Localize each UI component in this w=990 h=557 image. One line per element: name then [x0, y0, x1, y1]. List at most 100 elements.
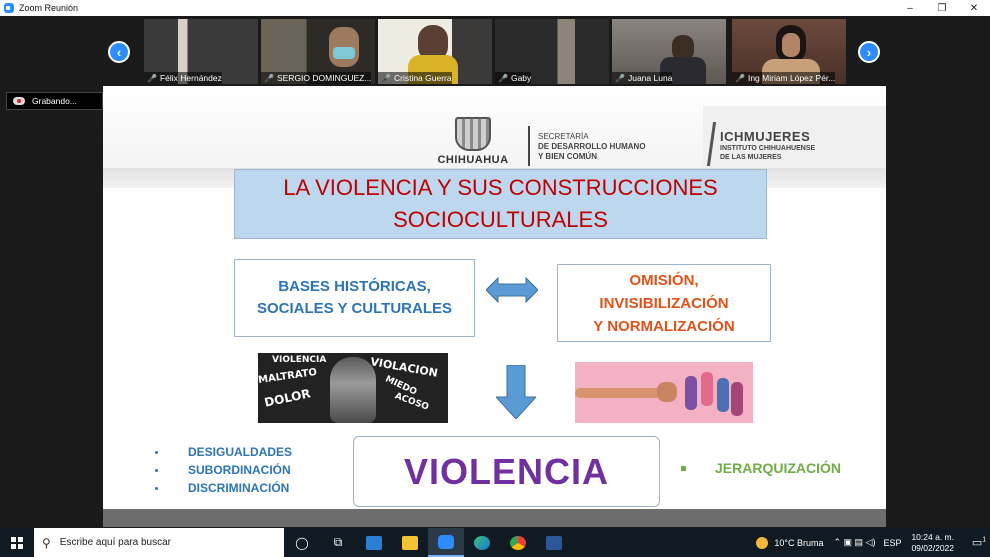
list-item: DESIGUALDADES: [155, 443, 292, 461]
muted-mic-icon: 🎤: [498, 73, 508, 83]
participant-name: Juana Luna: [627, 73, 673, 83]
participant-tile[interactable]: 🎤 Félix Hernández: [144, 19, 258, 84]
participant-name-bar: 🎤 Juana Luna: [612, 72, 673, 84]
chrome-icon[interactable]: [500, 528, 536, 557]
omision-line-2: INVISIBILIZACIÓN: [599, 294, 729, 312]
ichmujeres-line-1: INSTITUTO CHIHUAHUENSE: [720, 145, 816, 152]
weather-icon[interactable]: [756, 536, 769, 549]
bullet-text: DESIGUALDADES: [188, 445, 293, 459]
notification-center-icon[interactable]: ▭1: [968, 536, 990, 549]
restore-button[interactable]: ❐: [926, 0, 958, 16]
bullet-text: DISCRIMINACIÓN: [188, 481, 290, 495]
task-view-icon[interactable]: ⧉: [320, 528, 356, 557]
violencia-label: VIOLENCIA: [403, 450, 609, 492]
list-item: SUBORDINACIÓN: [155, 461, 292, 479]
bases-line-1: BASES HISTÓRICAS,: [278, 278, 431, 295]
participant-name: Ing Miriam López Pér...: [747, 73, 836, 83]
right-bullet: JERARQUIZACIÓN: [681, 460, 841, 476]
recording-label: Grabando...: [32, 96, 77, 106]
gallery-prev-button[interactable]: ‹: [108, 41, 130, 63]
fist-graphic: [657, 382, 677, 402]
left-bullet-list: DESIGUALDADES SUBORDINACIÓN DISCRIMINACI…: [155, 443, 292, 497]
shared-slide: CHIHUAHUA SECRETARÍA DE DESARROLLO HUMAN…: [103, 86, 886, 527]
recording-indicator[interactable]: Grabando...: [6, 92, 103, 110]
weather-text[interactable]: 10°C Bruma: [774, 538, 823, 548]
ichmujeres-name: ICHMUJERES: [720, 129, 811, 144]
windows-taskbar: ⚲ Escribe aquí para buscar ◯ ⧉ 10°C Brum…: [0, 528, 990, 557]
bullet-text: SUBORDINACIÓN: [188, 463, 291, 477]
participant-name-bar: 🎤 Gaby: [495, 72, 532, 84]
participant-name: Félix Hernández: [159, 73, 222, 83]
omision-line-3: Y NORMALIZACIÓN: [593, 317, 735, 335]
participant-name-bar: 🎤 Ing Miriam López Pér...: [732, 72, 836, 84]
image-word: VIOLACION: [369, 355, 439, 380]
zoom-app-icon: [4, 3, 14, 13]
taskbar-search-box[interactable]: ⚲ Escribe aquí para buscar: [34, 528, 284, 557]
recording-cloud-icon: [13, 97, 25, 105]
participant-name: SERGIO DOMINGUEZ...: [276, 73, 372, 83]
language-indicator[interactable]: ESP: [883, 538, 901, 548]
violencia-box: VIOLENCIA: [353, 436, 660, 507]
image-word: VIOLENCIA: [272, 355, 327, 365]
secretaria-line-1: SECRETARÍA: [538, 132, 589, 141]
minimize-button[interactable]: –: [894, 0, 926, 16]
logo-divider: [528, 126, 530, 166]
participant-name-bar: 🎤 Cristina Guerra: [378, 72, 452, 84]
search-icon: ⚲: [42, 535, 51, 550]
down-arrow-icon: [496, 365, 536, 419]
start-button[interactable]: [0, 528, 34, 557]
zoom-taskbar-icon[interactable]: [428, 528, 464, 557]
tray-icons[interactable]: ⌃ ▣ ▤ ◁): [833, 537, 875, 548]
secretaria-line-2: DE DESARROLLO HUMANO: [538, 142, 646, 151]
secretaria-logo-text: SECRETARÍA DE DESARROLLO HUMANO Y BIEN C…: [538, 132, 646, 162]
image-word: MALTRATO: [258, 366, 318, 387]
ichmujeres-line-2: DE LAS MUJERES: [720, 154, 782, 161]
hands-illustration: [575, 362, 753, 423]
participant-name: Cristina Guerra: [393, 73, 452, 83]
edge-icon[interactable]: [464, 528, 500, 557]
double-arrow-icon: [486, 276, 538, 304]
mail-icon[interactable]: [356, 528, 392, 557]
muted-mic-icon: 🎤: [147, 73, 157, 83]
participant-tile[interactable]: 🎤 Gaby: [495, 19, 609, 84]
muted-mic-icon: 🎤: [615, 73, 625, 83]
meeting-area: ‹ 🎤 Félix Hernández 🎤 SERGIO DOMINGUEZ... …: [0, 16, 990, 528]
participant-tile[interactable]: 🎤 Cristina Guerra: [378, 19, 492, 84]
participant-tile[interactable]: 🎤 SERGIO DOMINGUEZ...: [261, 19, 375, 84]
muted-mic-icon: 🎤: [735, 73, 745, 83]
notification-count: 1: [982, 536, 987, 544]
chihuahua-logo-text: CHIHUAHUA: [437, 154, 509, 166]
omision-line-1: OMISIÓN,: [629, 271, 699, 289]
word-icon[interactable]: [536, 528, 572, 557]
ichmujeres-logo: ICHMUJERES INSTITUTO CHIHUAHUENSE DE LAS…: [720, 129, 815, 162]
window-controls: – ❐ ✕: [894, 0, 990, 16]
slide-title-line-2: SOCIOCULTURALES: [393, 207, 608, 232]
secretaria-line-3: Y BIEN COMÚN: [538, 152, 597, 161]
close-button[interactable]: ✕: [958, 0, 990, 16]
participant-tile[interactable]: 🎤 Ing Miriam López Pér...: [732, 19, 846, 84]
chihuahua-shield-icon: [455, 117, 491, 151]
image-word: DOLOR: [263, 386, 312, 410]
slide-title-line-1: LA VIOLENCIA Y SUS CONSTRUCCIONES: [283, 175, 718, 200]
participant-tile[interactable]: 🎤 Juana Luna: [612, 19, 726, 84]
bases-box: BASES HISTÓRICAS, SOCIALES Y CULTURALES: [234, 259, 475, 337]
participant-name-bar: 🎤 SERGIO DOMINGUEZ...: [261, 72, 372, 84]
system-tray: 10°C Bruma ⌃ ▣ ▤ ◁) ESP 10:24 a. m. 09/0…: [756, 528, 990, 557]
slide-title-box: LA VIOLENCIA Y SUS CONSTRUCCIONES SOCIOC…: [234, 169, 767, 239]
clock-time: 10:24 a. m.: [911, 531, 954, 542]
gallery-next-button[interactable]: ›: [858, 41, 880, 63]
muted-mic-icon: 🎤: [381, 73, 391, 83]
file-explorer-icon[interactable]: [392, 528, 428, 557]
participant-name: Gaby: [510, 73, 532, 83]
square-bullet-icon: [681, 465, 686, 471]
cortana-icon[interactable]: ◯: [284, 528, 320, 557]
participant-gallery: ‹ 🎤 Félix Hernández 🎤 SERGIO DOMINGUEZ... …: [0, 16, 990, 86]
jerarquizacion-text: JERARQUIZACIÓN: [715, 460, 842, 476]
list-item: DISCRIMINACIÓN: [155, 479, 292, 497]
taskbar-clock[interactable]: 10:24 a. m. 09/02/2022: [911, 532, 954, 554]
windows-logo-icon: [11, 536, 23, 549]
figure-graphic: [685, 376, 697, 410]
violence-words-image: VIOLENCIA VIOLACION MALTRATO MIEDO ACOSO…: [258, 353, 448, 423]
muted-mic-icon: 🎤: [264, 73, 274, 83]
participant-name-bar: 🎤 Félix Hernández: [144, 72, 222, 84]
